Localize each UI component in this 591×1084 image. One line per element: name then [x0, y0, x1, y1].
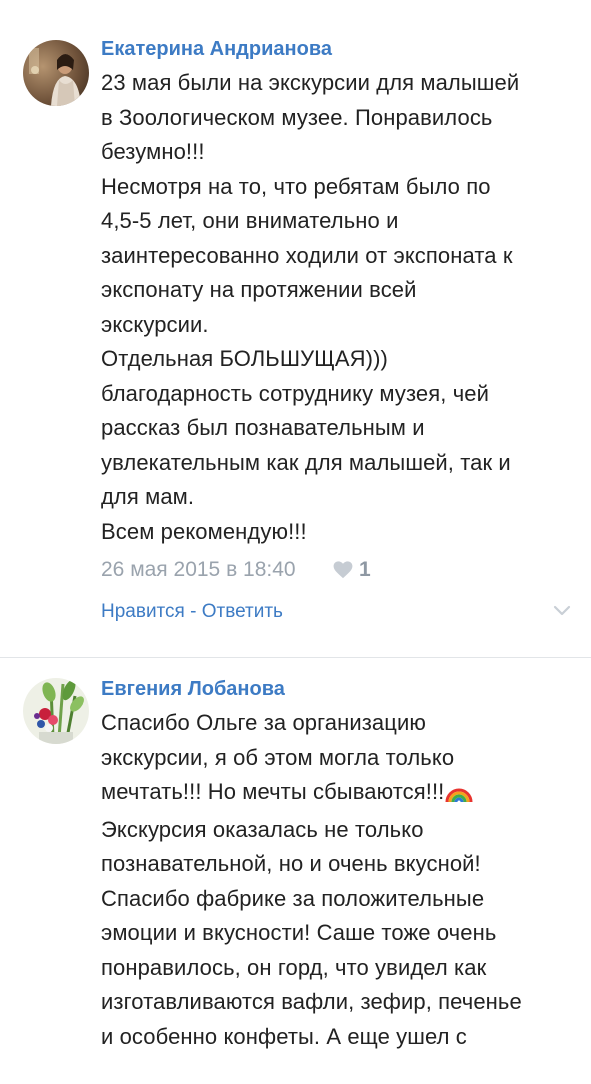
comment-line: увлекательным как для малышей, так и: [101, 449, 511, 475]
comment-line: безумно!!!: [101, 139, 205, 164]
like-link[interactable]: Нравится: [101, 601, 185, 622]
rainbow-emoji: [445, 778, 473, 813]
comment-line: Несмотря на то, что ребятам было по: [101, 173, 491, 199]
comment-line: изготавливаются вафли, зефир, печенье: [101, 989, 522, 1014]
comment-item: Екатерина Андрианова 23 мая были на экск…: [0, 36, 591, 627]
comment-line: экскурсии.: [101, 311, 209, 337]
comment-line: 23 мая были на экскурсии для малышей: [101, 70, 520, 95]
comment-text: 23 мая были на экскурсии для малышей в З…: [101, 66, 573, 549]
comment-line: познавательной, но и очень вкусной!: [101, 851, 481, 876]
actions-separator: -: [184, 601, 202, 622]
reply-link[interactable]: Ответить: [202, 601, 283, 622]
comment-item: Евгения Лобанова Спасибо Ольге за органи…: [0, 676, 591, 1054]
comment-line: эмоции и вкусности! Саше тоже очень: [101, 920, 497, 945]
comment-line: Экскурсия оказалась не только: [101, 816, 424, 842]
comment-line: Отдельная БОЛЬШУЩАЯ))): [101, 346, 388, 371]
heart-icon: [333, 561, 353, 579]
chevron-down-icon[interactable]: [551, 599, 573, 631]
comment-line: 4,5-5 лет, они внимательно и: [101, 208, 399, 233]
comment-line: благодарность сотруднику музея, чей: [101, 380, 489, 406]
comment-line: экспонату на протяжении всей: [101, 277, 417, 302]
avatar[interactable]: [23, 40, 89, 106]
comment-line: понравилось, он горд, что увидел как: [101, 954, 487, 980]
comment-line: для мам.: [101, 484, 195, 509]
comment-line: Всем рекомендую!!!: [101, 518, 307, 544]
comment-author[interactable]: Екатерина Андрианова: [101, 36, 573, 62]
like-counter[interactable]: 1: [333, 555, 371, 585]
comment-text: Спасибо Ольге за организацию экскурсии, …: [101, 706, 573, 1054]
comment-divider: [0, 657, 591, 658]
comment-line: в Зоологическом музее. Понравилось: [101, 104, 493, 130]
avatar[interactable]: [23, 678, 89, 744]
comment-actions: Нравится - Ответить: [101, 597, 573, 627]
comment-date[interactable]: 26 мая 2015 в 18:40: [101, 558, 296, 581]
comment-line: Спасибо Ольге за организацию: [101, 710, 426, 735]
comment-meta: 26 мая 2015 в 18:40 1: [101, 555, 573, 585]
comment-line: Спасибо фабрике за положительные: [101, 885, 485, 911]
comment-line: мечтать!!! Но мечты сбываются!!!: [101, 775, 573, 813]
comment-line-text: мечтать!!! Но мечты сбываются!!!: [101, 779, 445, 804]
comment-line: рассказ был познавательным и: [101, 415, 425, 440]
comment-author[interactable]: Евгения Лобанова: [101, 676, 573, 702]
comment-line: заинтересованно ходили от экспоната к: [101, 242, 513, 268]
comment-line: и особенно конфеты. А еще ушел с: [101, 1023, 467, 1049]
comment-line: экскурсии, я об этом могла только: [101, 744, 455, 770]
like-count: 1: [359, 558, 371, 581]
